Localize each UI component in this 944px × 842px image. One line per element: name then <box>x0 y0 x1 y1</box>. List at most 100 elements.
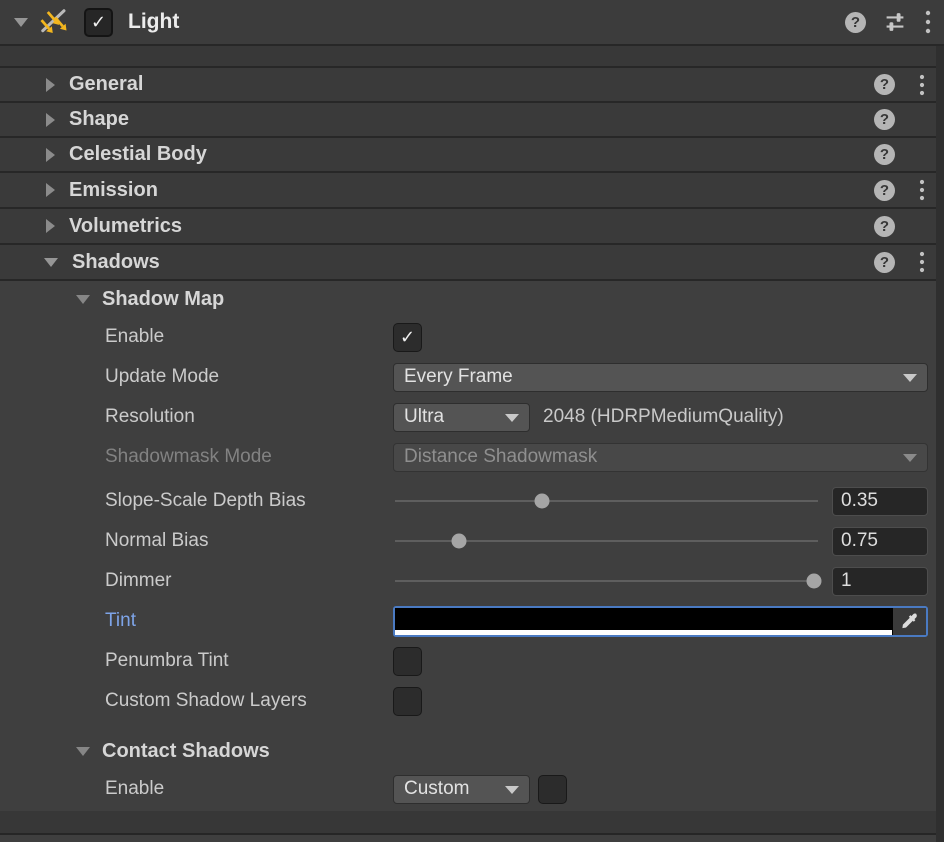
custom-shadow-layers-checkbox[interactable] <box>393 686 422 716</box>
eyedropper-button[interactable] <box>893 607 926 635</box>
penumbra-tint-checkbox[interactable] <box>393 646 422 676</box>
tint-color-field[interactable] <box>393 605 928 637</box>
more-menu-icon[interactable] <box>918 178 926 202</box>
resolution-dropdown[interactable]: Ultra <box>393 402 530 432</box>
section-volumetrics[interactable]: Volumetrics ? <box>0 209 944 243</box>
update-mode-dropdown[interactable]: Every Frame <box>393 362 928 392</box>
section-general[interactable]: General ? <box>0 68 944 101</box>
normal-bias-slider[interactable] <box>393 527 820 556</box>
field-label: Shadowmask Mode <box>105 446 272 467</box>
more-menu-icon[interactable] <box>918 73 926 97</box>
dropdown-value: Distance Shadowmask <box>404 446 598 467</box>
field-label: Resolution <box>105 406 195 427</box>
field-value: 0.75 <box>841 530 878 551</box>
section-label: Shape <box>69 108 130 130</box>
more-menu-icon[interactable] <box>924 9 932 35</box>
right-edge-gutter <box>936 46 944 842</box>
field-label: Penumbra Tint <box>105 650 229 671</box>
field-value: 0.35 <box>841 490 878 511</box>
foldout-arrow-icon[interactable] <box>46 147 55 162</box>
presets-icon[interactable] <box>883 10 907 34</box>
check-icon: ✓ <box>399 327 416 347</box>
enable-checkbox[interactable]: ✓ <box>393 322 422 352</box>
field-label: Custom Shadow Layers <box>105 690 307 711</box>
dimmer-slider[interactable] <box>393 567 822 596</box>
foldout-arrow-icon[interactable] <box>76 746 90 756</box>
section-label: Volumetrics <box>69 214 182 237</box>
row-update-mode: Update Mode Every Frame <box>105 357 928 397</box>
section-celestial-body[interactable]: Celestial Body ? <box>0 138 944 171</box>
section-label: General <box>69 73 144 95</box>
component-enabled-checkbox[interactable]: ✓ <box>84 7 113 37</box>
inspector-light-component: ✓ Light ? General ? Shape ? Celestial Bo… <box>0 0 944 842</box>
header-gap-strip <box>0 46 944 66</box>
slider-track[interactable] <box>395 580 818 582</box>
field-value: 1 <box>841 570 852 591</box>
row-normal-bias: Normal Bias 0.75 <box>105 521 928 561</box>
chevron-down-icon <box>505 786 519 794</box>
foldout-arrow-icon[interactable] <box>46 77 55 92</box>
slope-bias-slider[interactable] <box>393 487 820 516</box>
component-foldout-arrow-icon[interactable] <box>14 17 28 27</box>
foldout-arrow-icon[interactable] <box>46 183 55 197</box>
section-label: Shadows <box>72 250 160 273</box>
section-label: Celestial Body <box>69 143 207 165</box>
chevron-down-icon <box>903 374 917 382</box>
row-shadowmask-mode: Shadowmask Mode Distance Shadowmask <box>105 437 928 477</box>
chevron-down-icon <box>903 454 917 462</box>
help-icon[interactable]: ? <box>874 144 895 165</box>
row-shadowmap-enable: Enable ✓ <box>105 317 928 357</box>
shadow-map-header[interactable]: Shadow Map <box>0 283 944 315</box>
slider-handle[interactable] <box>806 573 822 589</box>
alpha-bar <box>395 629 892 635</box>
help-icon[interactable]: ? <box>874 74 895 95</box>
section-emission[interactable]: Emission ? <box>0 173 944 207</box>
field-label: Enable <box>105 326 165 347</box>
component-title: Light <box>128 10 180 33</box>
field-label: Update Mode <box>105 366 220 387</box>
dropdown-value: Custom <box>404 778 470 799</box>
foldout-arrow-icon[interactable] <box>76 294 90 304</box>
field-label: Tint <box>105 610 136 631</box>
row-penumbra-tint: Penumbra Tint <box>105 641 928 681</box>
help-icon[interactable]: ? <box>874 179 895 201</box>
check-icon: ✓ <box>90 12 107 32</box>
help-icon[interactable]: ? <box>845 11 866 33</box>
foldout-arrow-icon[interactable] <box>44 257 58 267</box>
help-icon[interactable]: ? <box>874 215 895 237</box>
field-label: Slope-Scale Depth Bias <box>105 490 306 511</box>
help-icon[interactable]: ? <box>874 251 895 273</box>
help-icon[interactable]: ? <box>874 109 895 130</box>
subsection-title: Shadow Map <box>102 287 225 310</box>
slider-track[interactable] <box>395 500 818 502</box>
directional-light-icon <box>40 9 67 33</box>
field-label: Enable <box>105 778 165 799</box>
foldout-arrow-icon[interactable] <box>46 112 55 127</box>
row-slope-scale-depth-bias: Slope-Scale Depth Bias 0.35 <box>105 481 928 521</box>
foldout-arrow-icon[interactable] <box>46 219 55 233</box>
row-contact-shadows-enable: Enable Custom <box>105 769 928 809</box>
section-shadows[interactable]: Shadows ? <box>0 245 944 279</box>
slider-handle[interactable] <box>451 533 467 549</box>
shadowmask-mode-dropdown: Distance Shadowmask <box>393 442 928 472</box>
dropdown-value: Every Frame <box>404 366 513 387</box>
component-footer-band <box>0 811 944 833</box>
resolution-detail-text: 2048 (HDRPMediumQuality) <box>543 406 784 427</box>
contact-enable-checkbox[interactable] <box>538 774 567 804</box>
component-header: ✓ Light ? <box>0 0 944 44</box>
contact-shadows-header[interactable]: Contact Shadows <box>0 735 944 767</box>
slope-bias-value-field[interactable]: 0.35 <box>832 486 928 516</box>
row-dimmer: Dimmer 1 <box>105 561 928 601</box>
row-resolution: Resolution Ultra 2048 (HDRPMediumQuality… <box>105 397 928 437</box>
dropdown-value: Ultra <box>404 406 445 427</box>
contact-enable-dropdown[interactable]: Custom <box>393 774 530 804</box>
section-shape[interactable]: Shape ? <box>0 103 944 136</box>
normal-bias-value-field[interactable]: 0.75 <box>832 526 928 556</box>
section-label: Emission <box>69 178 158 201</box>
subsection-title: Contact Shadows <box>102 739 270 762</box>
field-label: Dimmer <box>105 570 172 591</box>
slider-handle[interactable] <box>534 493 550 509</box>
bottom-strip <box>0 835 944 842</box>
dimmer-value-field[interactable]: 1 <box>832 566 928 596</box>
more-menu-icon[interactable] <box>918 250 926 274</box>
